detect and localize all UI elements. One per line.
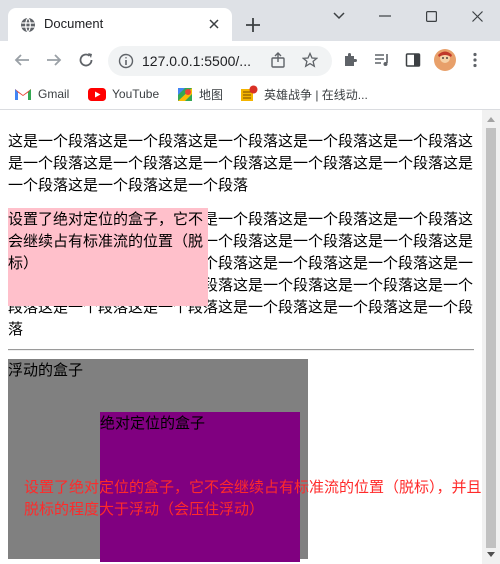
browser-tab[interactable]: Document — [8, 8, 232, 41]
bookmark-label: YouTube — [112, 87, 160, 101]
scroll-thumb[interactable] — [486, 128, 496, 548]
vertical-scrollbar[interactable] — [482, 110, 500, 564]
paragraph-1: 这是一个段落这是一个段落这是一个段落这是一个段落这是一个段落这是一个段落这是一个… — [8, 132, 474, 194]
maps-icon — [178, 88, 192, 101]
browser-toolbar: 127.0.0.1:5500/... — [0, 41, 500, 79]
horizontal-divider — [8, 349, 474, 351]
bookmark-youtube[interactable]: YouTube — [88, 84, 159, 104]
globe-icon — [20, 17, 36, 33]
tab-title: Document — [44, 16, 104, 31]
close-tab-icon[interactable] — [204, 14, 224, 34]
scroll-up-arrow-icon[interactable] — [487, 117, 495, 122]
info-icon[interactable] — [118, 53, 134, 73]
bookmarks-bar: Gmail YouTube 地图 英雄战争 | 在线动... — [0, 79, 500, 110]
scroll-down-arrow-icon[interactable] — [487, 552, 495, 557]
game-icon — [241, 85, 258, 101]
back-arrow-icon[interactable] — [10, 48, 34, 72]
youtube-icon — [88, 87, 106, 101]
bookmark-label: Gmail — [38, 87, 70, 101]
star-icon[interactable] — [298, 48, 322, 72]
page-viewport: 这是一个段落这是一个段落这是一个段落这是一个段落这是一个段落这是一个段落这是一个… — [0, 110, 482, 564]
bookmark-label: 英雄战争 | 在线动... — [264, 87, 368, 102]
new-tab-icon[interactable] — [242, 14, 264, 36]
bookmark-game[interactable]: 英雄战争 | 在线动... — [240, 84, 368, 104]
gmail-icon — [15, 89, 31, 100]
close-window-icon[interactable] — [454, 4, 500, 28]
browser-titlebar: Document — [0, 0, 500, 41]
tab-search-icon[interactable] — [316, 4, 362, 28]
bookmark-label: 地图 — [199, 87, 224, 102]
media-control-icon[interactable] — [370, 48, 394, 72]
url-text: 127.0.0.1:5500/... — [142, 53, 251, 69]
reload-icon[interactable] — [74, 48, 98, 72]
side-panel-icon[interactable] — [401, 48, 425, 72]
note-text: 设置了绝对定位的盒子，它不会继续占有标准流的位置（脱标），并且脱标的程度大于浮动… — [24, 478, 482, 518]
share-icon[interactable] — [266, 48, 290, 72]
maximize-icon[interactable] — [408, 4, 454, 28]
bookmark-maps[interactable]: 地图 — [177, 84, 223, 104]
bookmark-gmail[interactable]: Gmail — [14, 84, 69, 104]
avatar[interactable] — [433, 48, 457, 72]
menu-dots-icon[interactable] — [463, 48, 487, 72]
extensions-icon[interactable] — [338, 48, 362, 72]
minimize-icon[interactable] — [362, 4, 408, 28]
forward-arrow-icon[interactable] — [42, 48, 66, 72]
absolute-box-pink: 设置了绝对定位的盒子，它不会继续占有标准流的位置（脱标） — [8, 208, 208, 306]
